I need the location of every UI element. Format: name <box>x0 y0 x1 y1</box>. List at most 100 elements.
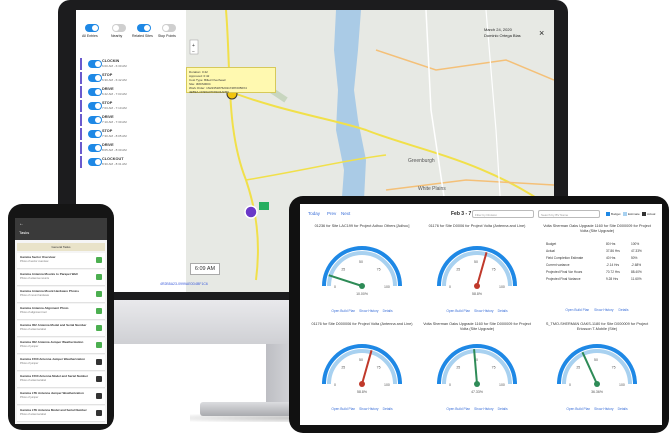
task-row[interactable]: Gamma Antenna Mount Hardware Photos Photo… <box>17 287 105 303</box>
timeline-event[interactable]: DRIVE 6:42 AM - 7:03 AM <box>80 86 180 98</box>
event-accent <box>80 72 82 84</box>
task-row[interactable]: Gamma 002 Antenna Jumper Weatherization P… <box>17 338 105 354</box>
gauge-card: 01236 for Site LAC199 for Project Adhoc … <box>305 222 420 322</box>
open-build-plan-link[interactable]: Open Build Plan <box>446 407 470 411</box>
event-toggle[interactable] <box>88 102 102 110</box>
event-toggle[interactable] <box>88 116 102 124</box>
details-link[interactable]: Details <box>498 309 508 313</box>
toggle-nearby[interactable] <box>112 24 126 32</box>
open-build-plan-link[interactable]: Open Build Plan <box>331 309 355 313</box>
detail-row-percent: -2.68% <box>631 263 642 267</box>
event-toggle[interactable] <box>88 88 102 96</box>
details-link[interactable]: Details <box>383 309 393 313</box>
camera-icon[interactable] <box>96 359 102 365</box>
event-toggle[interactable] <box>88 158 102 166</box>
close-icon[interactable]: × <box>539 28 544 38</box>
task-title: Gamma 1500 Antenna Jumper Weatherization <box>20 357 86 361</box>
event-toggle[interactable] <box>88 144 102 152</box>
toggle-stop-points[interactable] <box>162 24 176 32</box>
details-link[interactable]: Details <box>618 407 628 411</box>
gauge-tick-label: 0 <box>569 383 571 387</box>
show-history-link[interactable]: Show History <box>359 407 378 411</box>
camera-icon[interactable] <box>96 376 102 382</box>
gauge-needle <box>361 350 373 385</box>
task-subtitle: Photo of sector overview <box>20 260 49 263</box>
timeline-event[interactable]: CLOCKOUT 8:30 AM - 8:31 AM <box>80 156 180 168</box>
event-accent <box>80 86 82 98</box>
task-row[interactable]: Gamma 1500 Antenna Jumper Weatherization… <box>17 355 105 371</box>
timeline-event[interactable]: CLOCKIN 6:00 AM - 6:30 AM <box>80 58 180 70</box>
timeline-event[interactable]: DRIVE 8:05 AM - 8:30 AM <box>80 142 180 154</box>
open-build-plan-link[interactable]: Open Build Plan <box>565 308 589 312</box>
check-icon[interactable] <box>96 274 102 280</box>
check-icon[interactable] <box>96 342 102 348</box>
open-build-plan-link[interactable]: Open Build Plan <box>446 309 470 313</box>
details-link[interactable]: Details <box>383 407 393 411</box>
gauge-tick-label: 25 <box>341 267 345 271</box>
check-icon[interactable] <box>96 291 102 297</box>
show-history-link[interactable]: Show History <box>594 407 613 411</box>
task-row[interactable]: Gamma LTE Antenna Jumper Weatherization P… <box>17 389 105 405</box>
event-title: DRIVE <box>102 87 114 91</box>
task-row[interactable]: Gamma Antenna Mounts to Parapet Wall Phot… <box>17 270 105 286</box>
timeline-event[interactable]: STOP 7:30 AM - 8:05 AM <box>80 128 180 140</box>
event-accent <box>80 156 82 168</box>
gauge-needle <box>473 349 478 385</box>
back-arrow-icon[interactable]: ← <box>19 221 24 227</box>
toggle-related-sites[interactable] <box>137 24 151 32</box>
detail-card-links: Open Build Plan Show History Details <box>542 308 652 312</box>
check-icon[interactable] <box>96 308 102 314</box>
period-label: Feb 3 - 7 <box>451 211 472 217</box>
gauge-links: Open Build Plan Show History Details <box>307 309 417 313</box>
phone-screen: ← Tasks General Tasks Gamma Sector Overv… <box>15 218 107 424</box>
event-toggle[interactable] <box>88 74 102 82</box>
detail-row-percent: 88.40% <box>631 270 642 274</box>
details-link[interactable]: Details <box>619 308 629 312</box>
footer-link[interactable]: 4R2B5A23-0999AE0D4BF1C6 <box>160 282 208 286</box>
gauge-tick-label: 100 <box>384 383 390 387</box>
show-history-link[interactable]: Show History <box>474 309 493 313</box>
open-build-plan-link[interactable]: Open Build Plan <box>331 407 355 411</box>
division-filter[interactable]: Filter by Division <box>472 210 534 218</box>
detail-row-label: Current variance <box>546 263 570 267</box>
task-title: Gamma Antenna Mounts to Parapet Wall <box>20 272 78 276</box>
search-input[interactable]: Search by BV Name <box>538 210 600 218</box>
task-row[interactable]: Gamma LTE Antenna Model and Serial Numbe… <box>17 406 105 422</box>
toggle-all-entries[interactable] <box>85 24 99 32</box>
details-link[interactable]: Details <box>498 407 508 411</box>
task-row[interactable]: Gamma Antenna Alignment Photo Photo of al… <box>17 304 105 320</box>
task-row[interactable]: Gamma 1500 Antenna Model and Serial Numb… <box>17 372 105 388</box>
camera-icon[interactable] <box>96 410 102 416</box>
gauge-title: 01176 for Site D000006 for Project Volta… <box>311 322 413 326</box>
today-button[interactable]: Today <box>308 211 320 216</box>
event-toggle[interactable] <box>88 60 102 68</box>
detail-row-label: Field Completion Estimate <box>546 256 584 260</box>
gauge-needle <box>476 252 488 287</box>
prev-button[interactable]: Prev <box>327 211 336 216</box>
show-history-link[interactable]: Show History <box>359 309 378 313</box>
timeline-event[interactable]: DRIVE 7:10 AM - 7:30 AM <box>80 114 180 126</box>
gauge-tick-label: 0 <box>449 285 451 289</box>
next-button[interactable]: Next <box>341 211 350 216</box>
check-icon[interactable] <box>96 257 102 263</box>
show-history-link[interactable]: Show History <box>474 407 493 411</box>
open-build-plan-link[interactable]: Open Build Plan <box>566 407 590 411</box>
timeline-event[interactable]: STOP 6:30 AM - 6:42 AM <box>80 72 180 84</box>
event-accent <box>80 142 82 154</box>
gauge-hub <box>359 381 365 387</box>
task-title: Gamma Antenna Alignment Photo <box>20 306 69 310</box>
gauge-tick-label: 25 <box>341 365 345 369</box>
gauge-links: Open Build Plan Show History Details <box>422 407 532 411</box>
gauge-tick-label: 50 <box>359 358 363 362</box>
gauge-title: Volta Sherman Oaks Upgrade 1160 for Site… <box>423 322 531 331</box>
show-history-link[interactable]: Show History <box>594 308 613 312</box>
task-row[interactable]: Gamma Sector Overview Photo of sector ove… <box>17 253 105 269</box>
timeline-event[interactable]: STOP 7:03 AM - 7:10 AM <box>80 100 180 112</box>
phone-title: Tasks <box>19 230 30 235</box>
event-toggle[interactable] <box>88 130 102 138</box>
gauge-links: Open Build Plan Show History Details <box>542 407 652 411</box>
check-icon[interactable] <box>96 325 102 331</box>
camera-icon[interactable] <box>96 393 102 399</box>
task-row[interactable]: Gamma 002 Antenna Model and Serial Numbe… <box>17 321 105 337</box>
task-subtitle: Photo of antenna label <box>20 413 46 416</box>
